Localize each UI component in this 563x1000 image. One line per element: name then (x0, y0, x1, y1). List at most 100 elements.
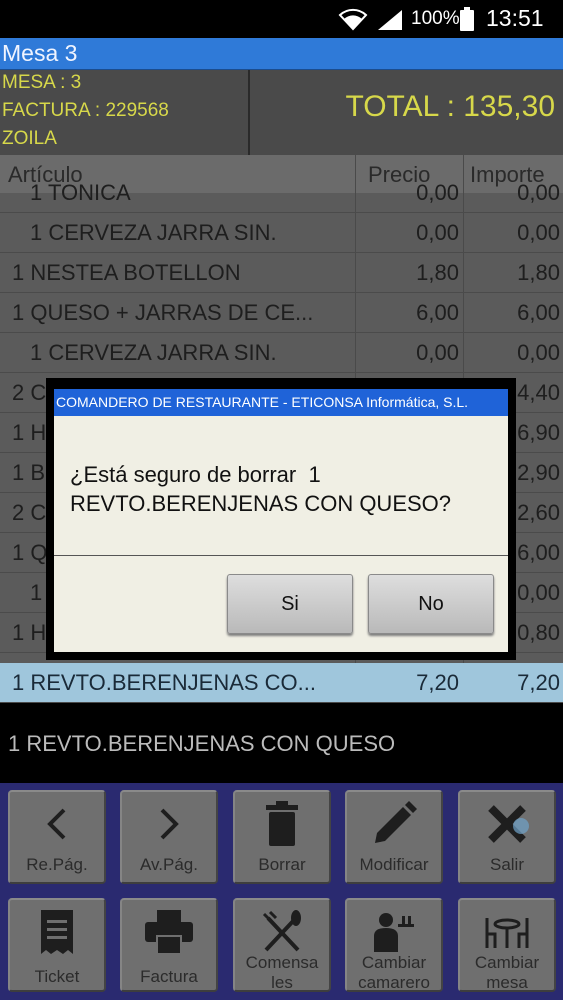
wifi-icon (338, 8, 368, 31)
mesa-label: MESA : 3 (2, 72, 82, 93)
cell-precio: 7,20 (416, 670, 459, 695)
battery-percent: 100% (411, 8, 460, 29)
trash-icon (266, 801, 298, 846)
fork-knife-icon (262, 910, 301, 952)
av-pag-button[interactable]: Av.Pág. (120, 790, 218, 884)
yes-button[interactable]: Si (227, 574, 353, 634)
table-chairs-icon (485, 918, 529, 948)
comensales-label-2: les (271, 973, 293, 992)
comensales-button[interactable]: Comensa les (233, 898, 331, 992)
cell-articulo: 1 NESTEA BOTELLON (12, 260, 241, 285)
receipt-icon (41, 910, 73, 954)
table-row-selected[interactable]: 1 REVTO.BERENJENAS CO... 7,20 7,20 (0, 663, 563, 703)
ticket-button[interactable]: Ticket (8, 898, 106, 992)
selected-item-detail: 1 REVTO.BERENJENAS CON QUESO (0, 703, 563, 783)
dialog-message: ¿Está seguro de borrar 1 REVTO.BERENJENA… (70, 460, 451, 518)
cell-importe: 6,90 (517, 420, 560, 445)
salir-label: Salir (489, 855, 524, 874)
cell-articulo: 1 QUESO + JARRAS DE CE... (12, 300, 314, 325)
dialog-title-bar: COMANDERO DE RESTAURANTE - ETICONSA Info… (54, 389, 508, 416)
cambiar-mesa-button[interactable]: Cambiar mesa (458, 898, 556, 992)
pencil-icon (375, 801, 417, 843)
cell-importe: 1,80 (517, 260, 560, 285)
ticket-label: Ticket (34, 967, 80, 986)
cell-importe: 2,60 (517, 500, 560, 525)
cell-importe: 6,00 (517, 300, 560, 325)
no-button-label: No (418, 593, 444, 615)
cell-importe: 6,00 (517, 540, 560, 565)
factura-button[interactable]: Factura (120, 898, 218, 992)
cell-importe: 7,20 (517, 670, 560, 695)
table-row[interactable]: 1 TONICA 0,00 0,00 (0, 173, 563, 213)
table-row[interactable]: 1 CERVEZA JARRA SIN. 0,00 0,00 (0, 213, 563, 253)
cell-importe: 0,00 (517, 180, 560, 205)
confirm-delete-dialog: COMANDERO DE RESTAURANTE - ETICONSA Info… (46, 378, 516, 660)
app-screen: 100% 13:51 Mesa 3 MESA : 3 FACTURA : 229… (0, 0, 563, 1000)
waiter-icon (374, 913, 414, 952)
printer-icon (145, 910, 193, 954)
cell-articulo: 1 TONICA (30, 180, 131, 205)
modificar-label: Modificar (359, 855, 429, 874)
cell-articulo: 1 H (12, 420, 47, 445)
cell-precio: 6,00 (416, 300, 459, 325)
cambiar-camarero-button[interactable]: Cambiar camarero (345, 898, 443, 992)
cell-importe: 0,00 (517, 340, 560, 365)
cell-articulo: 1 REVTO.BERENJENAS CO... (12, 670, 317, 695)
dialog-message-line-1: ¿Está seguro de borrar 1 (70, 462, 321, 487)
re-pag-label: Re.Pág. (26, 855, 88, 874)
table-row[interactable]: 1 CERVEZA JARRA SIN. 0,00 0,00 (0, 333, 563, 373)
cell-articulo: 2 C (12, 380, 47, 405)
cell-articulo: 1 (30, 580, 43, 605)
cell-articulo: 1 CERVEZA JARRA SIN. (30, 220, 277, 245)
clock: 13:51 (486, 5, 544, 31)
cambiar-mesa-label-2: mesa (486, 973, 528, 992)
table-row[interactable]: 1 QUESO + JARRAS DE CE... 6,00 6,00 (0, 293, 563, 333)
borrar-label: Borrar (258, 855, 306, 874)
window-title-bar: Mesa 3 (0, 38, 563, 70)
window-title: Mesa 3 (2, 40, 78, 66)
cell-importe: 0,00 (517, 580, 560, 605)
av-pag-label: Av.Pág. (140, 855, 198, 874)
no-button[interactable]: No (368, 574, 494, 634)
battery-icon (460, 7, 474, 31)
cell-articulo: 1 CERVEZA JARRA SIN. (30, 340, 277, 365)
re-pag-button[interactable]: Re.Pág. (8, 790, 106, 884)
cell-precio: 0,00 (416, 220, 459, 245)
factura-label: Factura (140, 967, 198, 986)
salir-button[interactable]: Salir (458, 790, 556, 884)
cambiar-camarero-label-2: camarero (358, 973, 430, 992)
factura-label: FACTURA : 229568 (2, 100, 169, 121)
modificar-button[interactable]: Modificar (345, 790, 443, 884)
cell-articulo: 1 B (12, 460, 46, 485)
dialog-separator (54, 555, 508, 556)
invoice-info: MESA : 3 FACTURA : 229568 ZOILA (0, 70, 250, 155)
chevron-right-icon (160, 808, 179, 840)
close-icon (488, 805, 529, 843)
yes-button-label: Si (281, 593, 299, 615)
cell-importe: 0,80 (517, 620, 560, 645)
selected-item-text: 1 REVTO.BERENJENAS CON QUESO (8, 731, 396, 756)
action-toolbar: Re.Pág. Av.Pág. Borrar Modificar Salir T… (0, 783, 563, 1000)
dialog-body: ¿Está seguro de borrar 1 REVTO.BERENJENA… (54, 416, 508, 652)
cell-articulo: 2 C (12, 500, 47, 525)
total-label: TOTAL : 135,30 (345, 90, 555, 123)
cell-precio: 0,00 (416, 340, 459, 365)
chevron-left-icon (47, 808, 66, 840)
signal-icon (378, 10, 402, 30)
cell-precio: 1,80 (416, 260, 459, 285)
cambiar-mesa-label-1: Cambiar (474, 953, 540, 972)
borrar-button[interactable]: Borrar (233, 790, 331, 884)
cell-importe: 2,90 (517, 460, 560, 485)
cell-articulo: 1 Q (12, 540, 48, 565)
dialog-title: COMANDERO DE RESTAURANTE - ETICONSA Info… (56, 394, 469, 410)
waiter-label: ZOILA (2, 128, 57, 149)
table-row[interactable]: 1 NESTEA BOTELLON 1,80 1,80 (0, 253, 563, 293)
comensales-label-1: Comensa (245, 953, 319, 972)
cell-importe: 0,00 (517, 220, 560, 245)
invoice-header: MESA : 3 FACTURA : 229568 ZOILA TOTAL : … (0, 70, 563, 155)
cell-importe: 4,40 (517, 380, 560, 405)
cell-precio: 0,00 (416, 180, 459, 205)
dialog-message-line-2: REVTO.BERENJENAS CON QUESO? (70, 491, 452, 516)
status-bar: 100% 13:51 (0, 0, 563, 38)
cambiar-camarero-label-1: Cambiar (361, 953, 427, 972)
